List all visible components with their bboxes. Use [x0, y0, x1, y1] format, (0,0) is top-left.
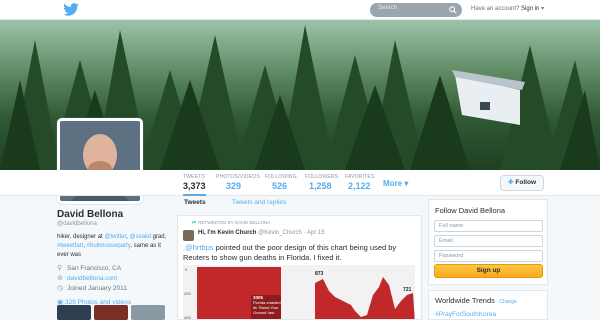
- profile-meta: ⚲ San Francisco, CA ⊘ davidbellona.com ◷ Jo…: [57, 264, 172, 294]
- location-pin-icon: ⚲: [57, 265, 63, 272]
- password-field[interactable]: Password: [434, 250, 543, 262]
- profile-website: ⊘ davidbellona.com: [57, 274, 172, 284]
- chart-tick-0: 0: [185, 267, 188, 272]
- signin-link[interactable]: Sign in: [521, 6, 539, 12]
- twitter-bird-icon[interactable]: [63, 3, 79, 16]
- gun-deaths-chart-image: 0 200 400 2005 Florida enacted its 'Stan…: [184, 267, 415, 320]
- retweet-label: RETWEETED BY DAVID BELLONA: [198, 220, 271, 225]
- tab-tweets[interactable]: Tweets: [184, 199, 206, 206]
- profile-name[interactable]: David Bellona: [57, 209, 172, 220]
- stat-following[interactable]: FOLLOWING 526: [265, 174, 297, 191]
- stat-label: TWEETS: [183, 174, 206, 180]
- stat-label: FOLLOWERS: [305, 174, 339, 180]
- photo-thumbnail[interactable]: [57, 305, 91, 320]
- stat-label: FAVORITES: [345, 174, 375, 180]
- profile-joined: ◷ Joined January 2011: [57, 284, 172, 294]
- follow-signup-box: Follow David Bellona Full name Email Pas…: [428, 199, 548, 285]
- signin-prefix: Have an account?: [471, 6, 520, 12]
- follow-button[interactable]: ✚ Follow: [500, 175, 544, 191]
- photo-thumbnails: [57, 305, 167, 320]
- bio-mention-link[interactable]: @svaiid: [129, 234, 150, 240]
- website-link[interactable]: davidbellona.com: [67, 275, 118, 282]
- stat-value: 2,122: [348, 181, 371, 191]
- stat-favorites[interactable]: FAVORITES 2,122: [345, 174, 375, 191]
- bio-text: hiker, designer at: [57, 234, 105, 240]
- profile-bio: hiker, designer at @twitter, @svaiid gra…: [57, 233, 172, 260]
- tweet-body: pointed out the poor design of this char…: [183, 243, 397, 262]
- photo-thumbnail[interactable]: [94, 305, 128, 320]
- tweet-card[interactable]: ⇄ RETWEETED BY DAVID BELLONA Hi, I'm Kevi…: [177, 215, 422, 320]
- tweet-attached-image[interactable]: 0 200 400 2005 Florida enacted its 'Stan…: [183, 265, 415, 320]
- tweet-mention-link[interactable]: .@hrtbps: [183, 243, 214, 252]
- tweet-author-avatar[interactable]: [183, 230, 194, 241]
- profile-nav-bar: TWEETS 3,373 PHOTOS/VIDEOS 329 FOLLOWING…: [0, 170, 600, 196]
- bio-hashtag-link[interactable]: #bullmooseparty: [87, 243, 131, 249]
- bio-mention-link[interactable]: @twitter: [104, 234, 126, 240]
- trends-title: Worldwide Trends · Change: [435, 296, 517, 305]
- calendar-icon: ◷: [57, 285, 64, 292]
- top-navigation-bar: Search Have an account? Sign in ▾: [0, 0, 600, 20]
- chart-peak-label: 873: [315, 271, 324, 277]
- person-add-icon: ✚: [507, 179, 514, 186]
- bio-text: grad,: [150, 234, 167, 240]
- tab-tweets-and-replies[interactable]: Tweets and replies: [232, 199, 286, 206]
- email-field[interactable]: Email: [434, 235, 543, 247]
- profile-location: ⚲ San Francisco, CA: [57, 264, 172, 274]
- stat-value: 3,373: [183, 181, 206, 191]
- profile-handle[interactable]: @davidbellona: [57, 221, 172, 227]
- stat-value: 1,258: [309, 181, 332, 191]
- bio-hashtag-link[interactable]: #tweetfart: [57, 243, 83, 249]
- search-icon[interactable]: [449, 6, 457, 14]
- trend-item[interactable]: #PrayForSouthKorea: [435, 311, 496, 318]
- more-dropdown[interactable]: More ▾: [383, 179, 408, 188]
- signup-button[interactable]: Sign up: [434, 264, 543, 278]
- cabin-graphic: [452, 70, 525, 125]
- retweet-icon: ⇄: [192, 220, 197, 226]
- search-input[interactable]: Search: [370, 3, 462, 17]
- stat-value: 329: [226, 181, 242, 191]
- tweet-header: Hi, I'm Kevin Church @Kevin_Church · Apr…: [198, 230, 325, 236]
- signin-prompt: Have an account? Sign in ▾: [471, 5, 544, 12]
- profile-card: David Bellona @davidbellona hiker, desig…: [57, 209, 172, 306]
- fullname-field[interactable]: Full name: [434, 220, 543, 232]
- follow-box-title: Follow David Bellona: [435, 206, 506, 215]
- stat-label: PHOTOS/VIDEOS: [216, 174, 260, 180]
- tweet-author-meta[interactable]: @Kevin_Church · Apr 15: [258, 230, 324, 236]
- stat-followers[interactable]: FOLLOWERS 1,258: [305, 174, 338, 191]
- tweet-author-name[interactable]: Hi, I'm Kevin Church: [198, 230, 256, 236]
- location-text: San Francisco, CA: [67, 265, 122, 272]
- trends-title-text: Worldwide Trends: [435, 296, 495, 305]
- chart-area-right: [315, 277, 415, 319]
- stat-photos-videos[interactable]: PHOTOS/VIDEOS 329: [216, 174, 260, 191]
- chart-annotation-line: Ground' law: [253, 310, 274, 315]
- photo-thumbnail[interactable]: [131, 305, 165, 320]
- trends-box: Worldwide Trends · Change #PrayForSouthK…: [428, 290, 548, 320]
- stat-label: FOLLOWING: [265, 174, 297, 180]
- chart-end-label: 721: [403, 287, 412, 293]
- link-icon: ⊘: [57, 275, 63, 282]
- timeline-tabs: Tweets Tweets and replies: [177, 199, 422, 213]
- tweet-text: .@hrtbps pointed out the poor design of …: [183, 243, 415, 263]
- chart-tick-200: 200: [184, 291, 191, 296]
- retweet-context: ⇄ RETWEETED BY DAVID BELLONA: [192, 220, 270, 226]
- trends-change-link[interactable]: · Change: [495, 299, 517, 305]
- stat-value: 526: [272, 181, 288, 191]
- search-placeholder: Search: [378, 5, 398, 11]
- chevron-down-icon[interactable]: ▾: [541, 6, 544, 12]
- follow-button-label: Follow: [515, 179, 537, 186]
- stat-tweets[interactable]: TWEETS 3,373: [183, 174, 206, 196]
- chart-tick-400: 400: [184, 315, 191, 320]
- joined-text: Joined January 2011: [67, 285, 127, 292]
